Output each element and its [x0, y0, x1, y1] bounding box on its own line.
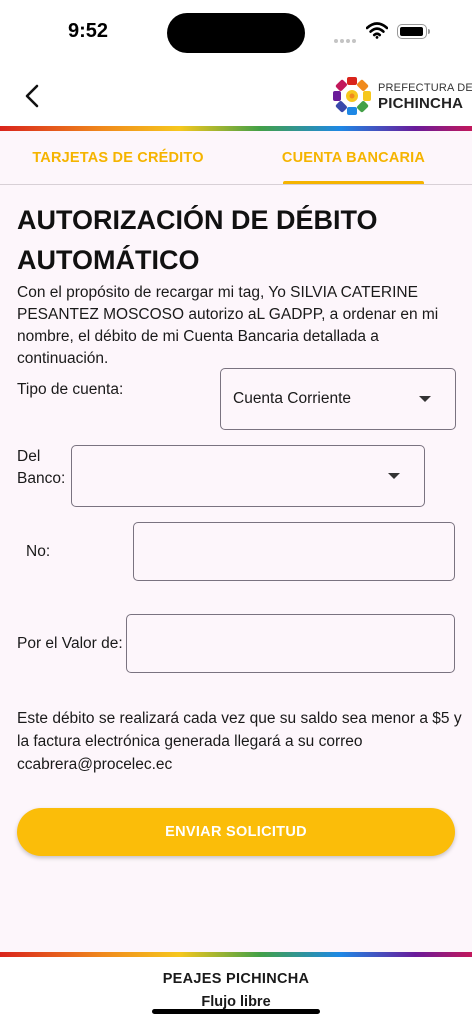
dropdown-arrow-icon	[419, 396, 431, 402]
account-type-value: Cuenta Corriente	[233, 390, 352, 407]
prefectura-logo: PREFECTURA DE PICHINCHA	[330, 74, 472, 118]
back-button[interactable]	[16, 80, 48, 112]
active-tab-indicator	[283, 181, 424, 184]
account-number-input[interactable]	[134, 523, 454, 580]
tab-bar: TARJETAS DE CRÉDITO CUENTA BANCARIA	[0, 131, 472, 185]
logo-text-bottom: PICHINCHA	[378, 95, 464, 112]
account-number-label: No:	[26, 543, 51, 560]
account-type-label: Tipo de cuenta:	[17, 381, 124, 398]
home-indicator[interactable]	[152, 1009, 320, 1014]
submit-request-button[interactable]: ENVIAR SOLICITUD	[17, 808, 455, 856]
tab-credit-cards[interactable]: TARJETAS DE CRÉDITO	[30, 131, 206, 184]
wifi-icon	[366, 22, 388, 39]
authorization-text: Con el propósito de recargar mi tag, Yo …	[17, 284, 439, 367]
account-type-dropdown[interactable]: Cuenta Corriente	[220, 368, 456, 430]
bank-label-line2: Banco:	[17, 470, 66, 487]
dropdown-arrow-icon	[388, 473, 400, 479]
amount-label: Por el Valor de:	[17, 635, 123, 652]
status-time: 9:52	[68, 20, 109, 42]
app-header: PREFECTURA DE PICHINCHA	[0, 64, 472, 126]
cellular-signal-icon	[334, 30, 358, 48]
chevron-left-icon	[25, 84, 39, 108]
footer-title: PEAJES PICHINCHA	[162, 971, 310, 987]
dynamic-island	[167, 13, 305, 53]
prefectura-emblem-icon	[333, 77, 371, 115]
debit-notice-text: Este débito se realizará cada vez que su…	[17, 710, 462, 773]
logo-text-top: PREFECTURA DE	[378, 82, 472, 94]
amount-input[interactable]	[127, 615, 454, 672]
bank-dropdown[interactable]	[71, 445, 425, 507]
tab-bank-account[interactable]: CUENTA BANCARIA	[282, 131, 425, 184]
account-number-field	[133, 522, 455, 581]
page-title: AUTORIZACIÓN DE DÉBITO AUTOMÁTICO	[17, 205, 378, 275]
amount-field	[126, 614, 455, 673]
footer-subtitle: Flujo libre	[201, 994, 271, 1010]
status-bar: 9:52	[0, 0, 472, 64]
battery-icon	[397, 24, 430, 39]
bank-label-line1: Del	[17, 448, 41, 465]
